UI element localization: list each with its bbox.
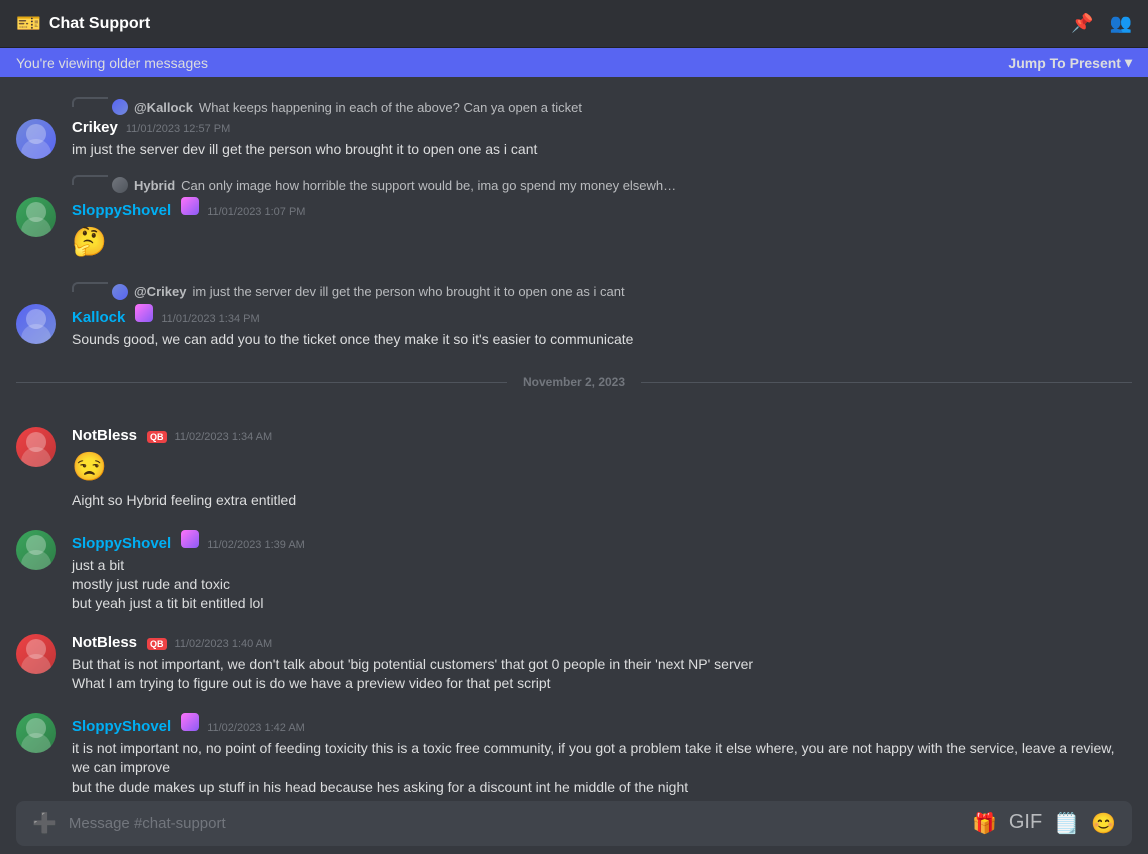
channel-icon: 🎫 (16, 11, 41, 36)
date-divider: November 2, 2023 (0, 355, 1148, 409)
message-group: SloppyShovel 11/01/2023 1:07 PM 🤔 (0, 195, 1148, 268)
message-header: SloppyShovel 11/02/2023 1:39 AM (72, 530, 1132, 552)
message-placeholder[interactable]: Message #chat-support (69, 815, 960, 832)
reply-avatar (112, 177, 128, 193)
avatar (16, 713, 56, 753)
timestamp: 11/02/2023 1:34 AM (175, 431, 273, 443)
emoji: 😒 (72, 448, 1132, 487)
channel-header: 🎫 Chat Support 📌 👥 (0, 0, 1148, 48)
message-group: SloppyShovel 11/02/2023 1:39 AM just a b… (0, 528, 1148, 616)
older-messages-bar: You're viewing older messages Jump To Pr… (0, 48, 1148, 77)
header-actions: 📌 👥 (1071, 13, 1132, 34)
avatar (16, 304, 56, 344)
add-member-icon[interactable]: 👥 (1110, 13, 1132, 34)
reply-username: Hybrid (134, 178, 175, 193)
role-badge: QB (147, 431, 167, 443)
chevron-down-icon: ▾ (1125, 54, 1132, 71)
timestamp: 11/02/2023 1:42 AM (207, 722, 305, 734)
message-text: Sounds good, we can add you to the ticke… (72, 330, 1132, 349)
username[interactable]: SloppyShovel (72, 718, 171, 735)
sticker-icon[interactable]: 🗒️ (1054, 811, 1079, 836)
timestamp: 11/02/2023 1:39 AM (207, 539, 305, 551)
reply-username: @Kallock (134, 100, 193, 115)
message-text: it is not important no, no point of feed… (72, 739, 1132, 801)
username[interactable]: SloppyShovel (72, 535, 171, 552)
message-content: NotBless QB 11/02/2023 1:34 AM 😒 Aight s… (16, 427, 1132, 510)
username[interactable]: Kallock (72, 309, 125, 326)
input-area: ➕ Message #chat-support 🎁 GIF 🗒️ 😊 (0, 801, 1148, 854)
reply-text: What keeps happening in each of the abov… (199, 100, 582, 115)
role-badge: QB (147, 638, 167, 650)
username[interactable]: NotBless (72, 634, 137, 651)
message-group: NotBless QB 11/02/2023 1:34 AM 😒 Aight s… (0, 425, 1148, 512)
message-header: Crikey 11/01/2023 12:57 PM (72, 119, 1132, 136)
reply-text: im just the server dev ill get the perso… (192, 284, 624, 299)
message-content: SloppyShovel 11/02/2023 1:42 AM it is no… (16, 713, 1132, 801)
message-text: just a bit mostly just rude and toxic bu… (72, 556, 1132, 614)
older-messages-text: You're viewing older messages (16, 55, 208, 71)
username[interactable]: NotBless (72, 427, 137, 444)
timestamp: 11/02/2023 1:40 AM (175, 638, 273, 650)
message-content: NotBless QB 11/02/2023 1:40 AM But that … (16, 634, 1132, 694)
username[interactable]: SloppyShovel (72, 202, 171, 219)
message-input-box[interactable]: ➕ Message #chat-support 🎁 GIF 🗒️ 😊 (16, 801, 1132, 846)
username[interactable]: Crikey (72, 119, 118, 136)
nitro-badge (181, 713, 199, 731)
pin-icon[interactable]: 📌 (1071, 13, 1093, 34)
message-group: SloppyShovel 11/02/2023 1:42 AM it is no… (0, 711, 1148, 801)
reply-context: @Kallock What keeps happening in each of… (0, 97, 1148, 115)
avatar (16, 530, 56, 570)
date-divider-text: November 2, 2023 (523, 375, 625, 389)
emoji: 🤔 (72, 223, 1132, 262)
message-text: 😒 Aight so Hybrid feeling extra entitled (72, 448, 1132, 510)
nitro-badge (135, 304, 153, 322)
message-header: NotBless QB 11/02/2023 1:40 AM (72, 634, 1132, 651)
avatar (16, 197, 56, 237)
avatar (16, 634, 56, 674)
message-header: NotBless QB 11/02/2023 1:34 AM (72, 427, 1132, 444)
gif-icon[interactable]: GIF (1009, 811, 1042, 836)
reply-username: @Crikey (134, 284, 186, 299)
message-group: Kallock 11/01/2023 1:34 PM Sounds good, … (0, 302, 1148, 351)
reply-context: @Crikey im just the server dev ill get t… (0, 282, 1148, 300)
nitro-badge (181, 530, 199, 548)
reply-avatar (112, 284, 128, 300)
message-text: But that is not important, we don't talk… (72, 655, 1132, 694)
message-header: SloppyShovel 11/02/2023 1:42 AM (72, 713, 1132, 735)
gift-icon[interactable]: 🎁 (972, 811, 997, 836)
message-content: Kallock 11/01/2023 1:34 PM Sounds good, … (16, 304, 1132, 349)
reply-context: Hybrid Can only image how horrible the s… (0, 175, 1148, 193)
message-text: im just the server dev ill get the perso… (72, 140, 1132, 159)
messages-container: @Kallock What keeps happening in each of… (0, 77, 1148, 801)
message-header: SloppyShovel 11/01/2023 1:07 PM (72, 197, 1132, 219)
reply-text: Can only image how horrible the support … (181, 178, 681, 193)
nitro-badge (181, 197, 199, 215)
avatar (16, 119, 56, 159)
message-text: 🤔 (72, 223, 1132, 262)
message-group: Crikey 11/01/2023 12:57 PM im just the s… (0, 117, 1148, 161)
message-header: Kallock 11/01/2023 1:34 PM (72, 304, 1132, 326)
timestamp: 11/01/2023 12:57 PM (126, 123, 230, 135)
timestamp: 11/01/2023 1:07 PM (207, 206, 305, 218)
timestamp: 11/01/2023 1:34 PM (161, 313, 259, 325)
input-icons: 🎁 GIF 🗒️ 😊 (972, 811, 1116, 836)
message-content: SloppyShovel 11/01/2023 1:07 PM 🤔 (16, 197, 1132, 266)
message-group: NotBless QB 11/02/2023 1:40 AM But that … (0, 632, 1148, 696)
message-content: SloppyShovel 11/02/2023 1:39 AM just a b… (16, 530, 1132, 614)
message-content: Crikey 11/01/2023 12:57 PM im just the s… (16, 119, 1132, 159)
channel-title: Chat Support (49, 15, 150, 33)
add-file-icon[interactable]: ➕ (32, 811, 57, 836)
avatar (16, 427, 56, 467)
emoji-icon[interactable]: 😊 (1091, 811, 1116, 836)
reply-avatar (112, 99, 128, 115)
jump-to-present-button[interactable]: Jump To Present ▾ (1008, 54, 1132, 71)
